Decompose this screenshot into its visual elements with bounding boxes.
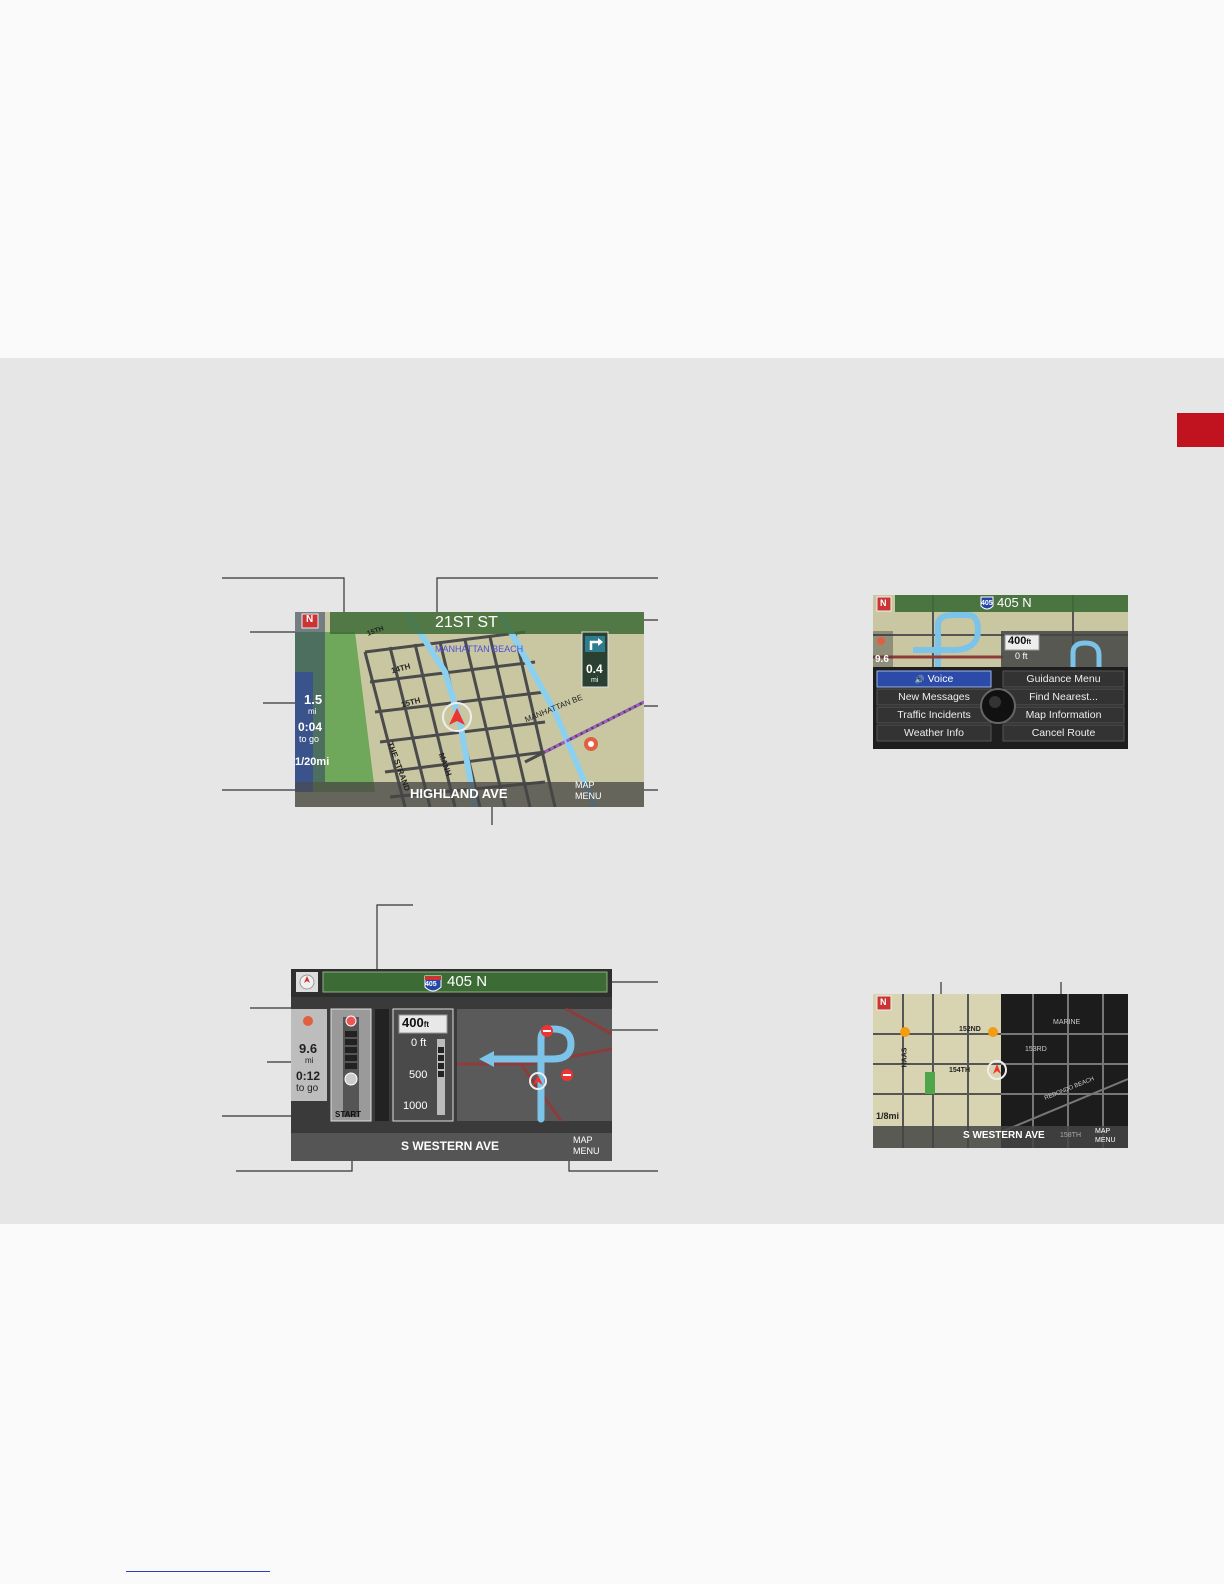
street-label-152nd: 152ND [959,1026,981,1033]
callout-lines-split [937,982,1065,1004]
street-label-154th: 154TH [949,1067,971,1074]
street-bottom-label: S WESTERN AVE [963,1130,1045,1141]
street-label-marine: MARINE [1053,1019,1081,1026]
compass-label: N [880,997,887,1007]
split-map-screen: N 152ND 153RD 154TH HAAS MARINE REDONDO … [873,994,1128,1148]
map-menu-button[interactable]: MAP MENU [1095,1127,1116,1145]
street-label-haas: HAAS [901,1047,909,1068]
street-bottom-label-2: 158TH [1060,1132,1082,1139]
map-menu-line1: MAP [1095,1128,1111,1135]
scale-label: 1/8mi [876,1111,900,1121]
map-menu-line2: MENU [1095,1137,1116,1144]
footer-link-underline[interactable] [126,1571,270,1572]
street-label-153rd: 153RD [1025,1046,1047,1053]
